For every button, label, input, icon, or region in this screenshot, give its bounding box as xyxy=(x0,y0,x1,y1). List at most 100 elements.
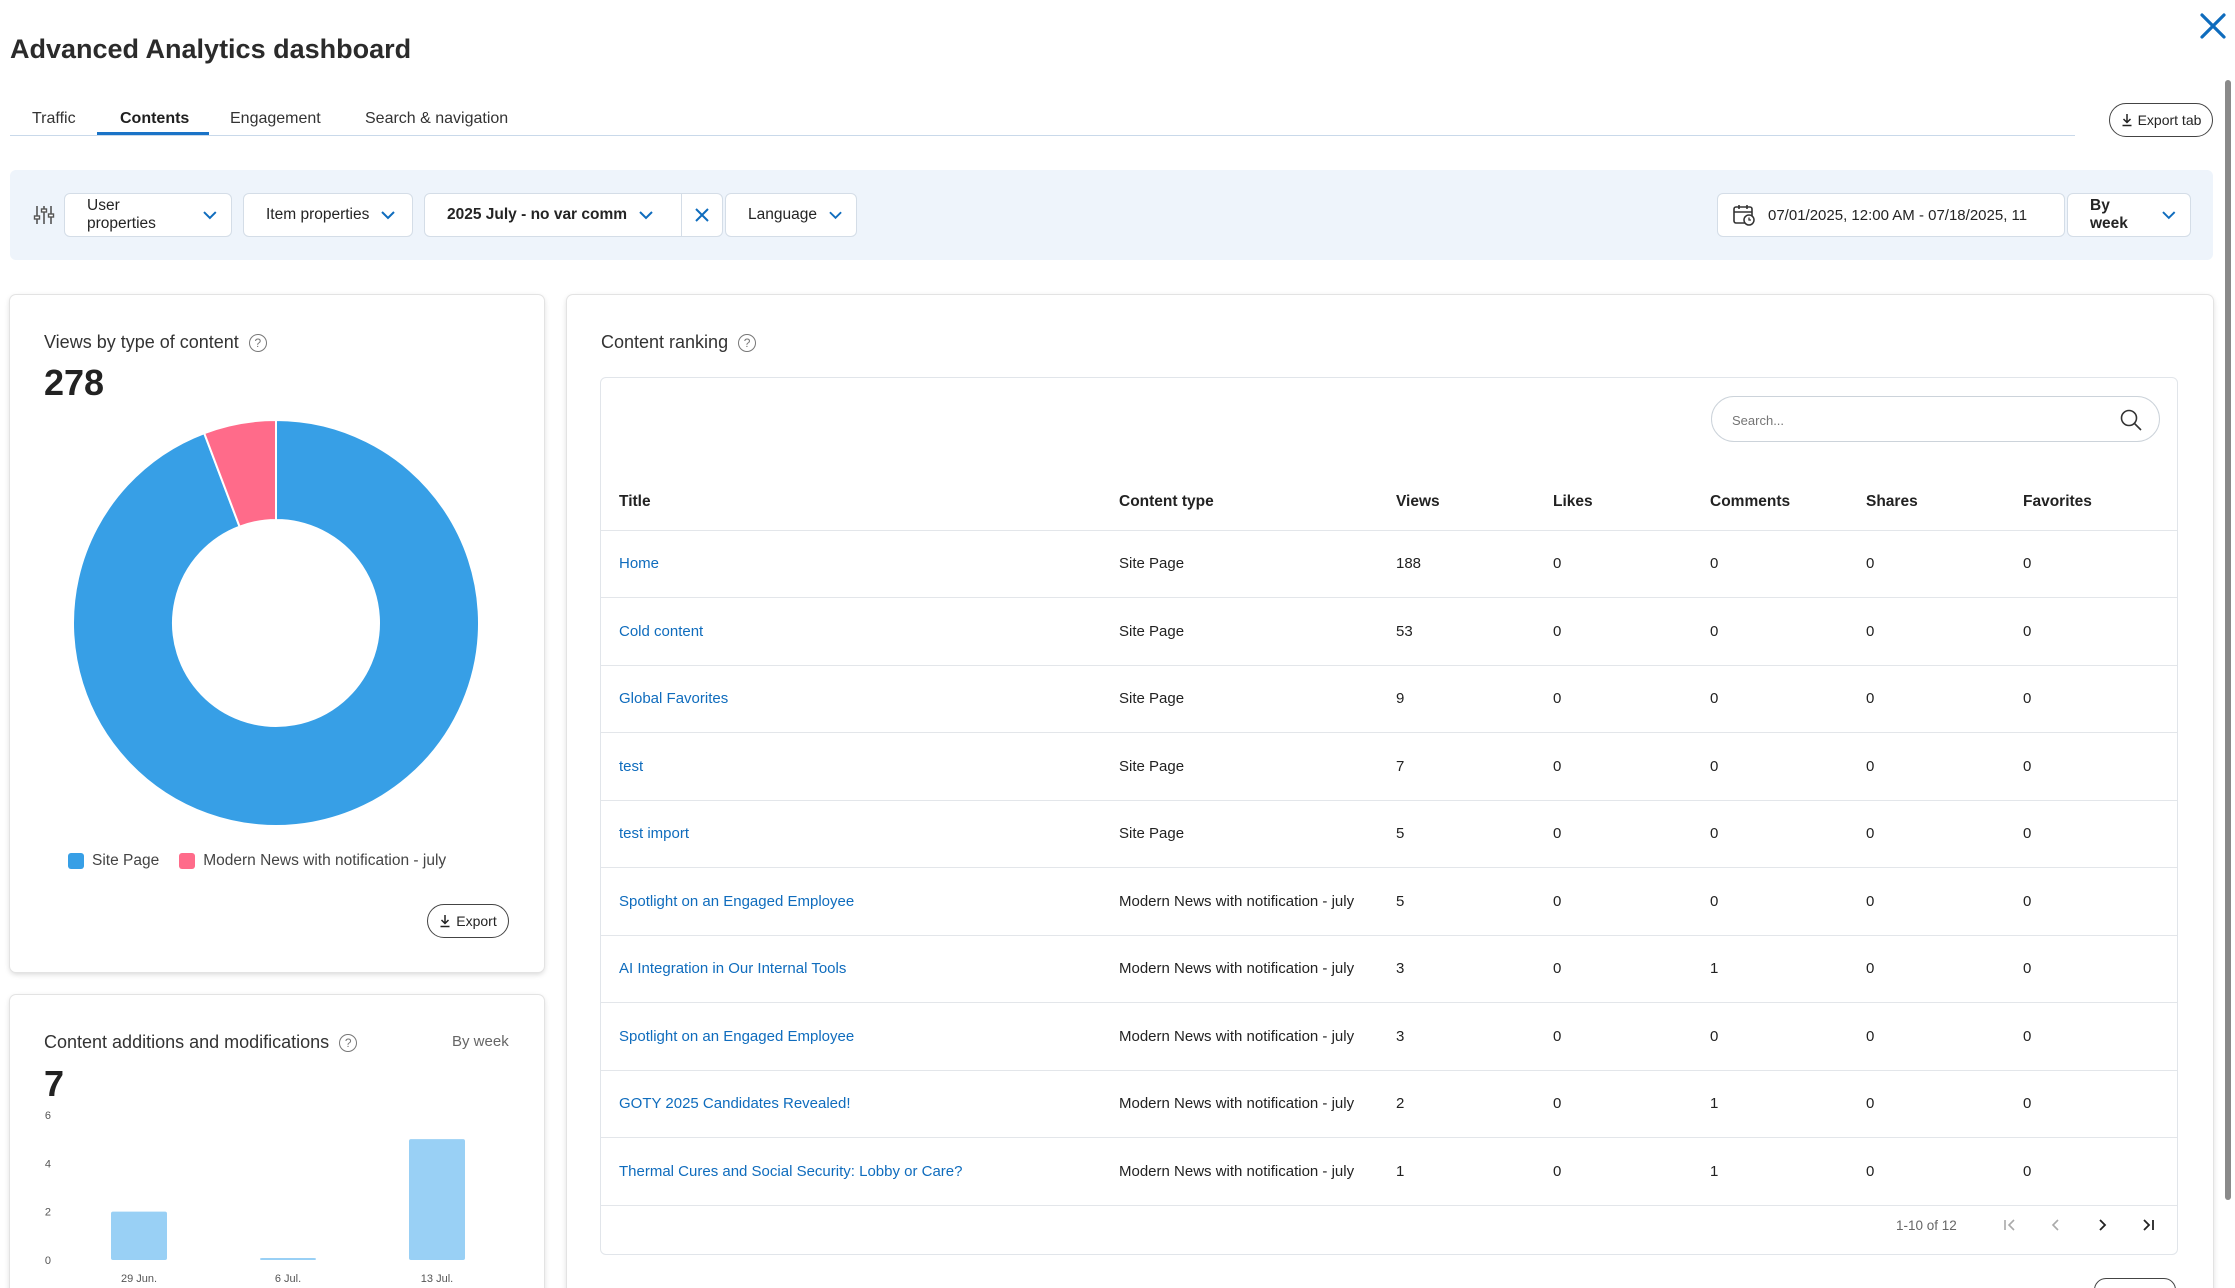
item-properties-dropdown[interactable]: Item properties xyxy=(243,193,413,237)
help-icon[interactable]: ? xyxy=(339,1033,358,1052)
chevron-down-icon xyxy=(2162,210,2176,219)
close-icon xyxy=(695,208,709,222)
cell-shares: 0 xyxy=(1866,1070,2023,1138)
cell-title[interactable]: Spotlight on an Engaged Employee xyxy=(601,1002,1119,1071)
cell-title[interactable]: test xyxy=(601,732,1119,801)
help-icon[interactable]: ? xyxy=(738,333,757,352)
cell-shares: 0 xyxy=(1866,597,2023,666)
selected-filter-dropdown[interactable]: 2025 July - no var comm xyxy=(424,193,682,237)
y-tick-label: 0 xyxy=(45,1255,51,1267)
cell-favorites: 0 xyxy=(2023,867,2177,936)
granularity-dropdown[interactable]: By week xyxy=(2067,193,2191,237)
language-dropdown[interactable]: Language xyxy=(725,193,857,237)
cell-shares: 0 xyxy=(1866,800,2023,868)
download-icon xyxy=(2122,114,2132,127)
cell-favorites: 0 xyxy=(2023,935,2177,1003)
y-tick-label: 4 xyxy=(45,1158,51,1170)
filter-settings-icon[interactable] xyxy=(32,203,56,227)
cell-views: 9 xyxy=(1396,665,1553,733)
bar[interactable] xyxy=(409,1139,465,1260)
cell-likes: 0 xyxy=(1553,597,1710,666)
cell-comments: 0 xyxy=(1710,1002,1866,1071)
cell-views: 3 xyxy=(1396,935,1553,1003)
user-properties-dropdown[interactable]: User properties xyxy=(64,193,232,237)
help-icon[interactable]: ? xyxy=(248,333,267,352)
next-page-button[interactable] xyxy=(2079,1211,2125,1239)
table-row[interactable]: Home Site Page 188 0 0 0 0 xyxy=(601,530,2177,598)
tab-contents[interactable]: Contents xyxy=(120,110,189,128)
additions-granularity: By week xyxy=(452,1033,509,1050)
cell-views: 1 xyxy=(1396,1137,1553,1206)
additions-bar-chart: 0 2 4 6 29 Jun. 6 Jul. 13 Jul. xyxy=(45,1110,465,1285)
column-header-content-type[interactable]: Content type xyxy=(1119,474,1396,531)
export-tab-button[interactable]: Export tab xyxy=(2109,103,2213,137)
column-header-likes[interactable]: Likes xyxy=(1553,474,1710,531)
cell-comments: 0 xyxy=(1710,597,1866,666)
export-label: Export xyxy=(456,913,497,929)
cell-content-type: Site Page xyxy=(1119,732,1396,801)
cell-likes: 0 xyxy=(1553,1002,1710,1071)
views-by-type-title: Views by type of content ? xyxy=(44,332,267,353)
legend-label: Site Page xyxy=(92,852,160,869)
cell-views: 3 xyxy=(1396,1002,1553,1071)
tab-traffic[interactable]: Traffic xyxy=(32,110,76,128)
cell-title[interactable]: Thermal Cures and Social Security: Lobby… xyxy=(601,1137,1119,1206)
cell-title[interactable]: Global Favorites xyxy=(601,665,1119,733)
granularity-label: By week xyxy=(2090,197,2128,232)
table-row[interactable]: test Site Page 7 0 0 0 0 xyxy=(601,732,2177,801)
clear-filter-button[interactable] xyxy=(681,193,723,237)
export-button[interactable]: Export xyxy=(427,904,509,938)
table-row[interactable]: test import Site Page 5 0 0 0 0 xyxy=(601,800,2177,868)
chevron-down-icon xyxy=(381,210,396,219)
cell-shares: 0 xyxy=(1866,732,2023,801)
table-row[interactable]: Global Favorites Site Page 9 0 0 0 0 xyxy=(601,665,2177,733)
cell-likes: 0 xyxy=(1553,1137,1710,1206)
legend-item-modern-news[interactable]: Modern News with notification - july xyxy=(179,852,446,870)
column-header-comments[interactable]: Comments xyxy=(1710,474,1866,531)
previous-page-button[interactable] xyxy=(2033,1211,2079,1239)
cell-shares: 0 xyxy=(1866,1002,2023,1071)
table-row[interactable]: Cold content Site Page 53 0 0 0 0 xyxy=(601,597,2177,666)
table-header-row: Title Content type Views Likes Comments … xyxy=(601,474,2177,531)
first-page-button[interactable] xyxy=(1987,1211,2033,1239)
x-tick-label: 13 Jul. xyxy=(421,1273,453,1285)
table-row[interactable]: GOTY 2025 Candidates Revealed! Modern New… xyxy=(601,1070,2177,1138)
cell-comments: 1 xyxy=(1710,1137,1866,1206)
tab-engagement[interactable]: Engagement xyxy=(230,110,321,128)
column-header-favorites[interactable]: Favorites xyxy=(2023,474,2177,531)
column-header-views[interactable]: Views xyxy=(1396,474,1553,531)
cell-title[interactable]: Cold content xyxy=(601,597,1119,666)
bar[interactable] xyxy=(111,1211,167,1260)
ranking-export-button[interactable] xyxy=(2094,1278,2176,1288)
cell-content-type: Site Page xyxy=(1119,530,1396,598)
pagination-summary: 1-10 of 12 xyxy=(1896,1217,1957,1233)
table-row[interactable]: AI Integration in Our Internal Tools Mode… xyxy=(601,935,2177,1003)
date-range-value: 07/01/2025, 12:00 AM - 07/18/2025, 11 xyxy=(1768,206,2028,224)
cell-title[interactable]: Home xyxy=(601,530,1119,598)
table-row[interactable]: Spotlight on an Engaged Employee Modern N… xyxy=(601,1002,2177,1071)
cell-comments: 0 xyxy=(1710,732,1866,801)
cell-title[interactable]: test import xyxy=(601,800,1119,868)
column-header-title[interactable]: Title xyxy=(601,474,1119,531)
cell-views: 53 xyxy=(1396,597,1553,666)
table-row[interactable]: Spotlight on an Engaged Employee Modern N… xyxy=(601,867,2177,936)
bar[interactable] xyxy=(260,1258,316,1260)
table-row[interactable]: Thermal Cures and Social Security: Lobby… xyxy=(601,1137,2177,1206)
search-input[interactable] xyxy=(1732,409,2092,431)
tab-search-navigation[interactable]: Search & navigation xyxy=(365,110,508,128)
tab-bar: Traffic Contents Engagement Search & nav… xyxy=(10,100,2075,136)
column-header-shares[interactable]: Shares xyxy=(1866,474,2023,531)
cell-title[interactable]: GOTY 2025 Candidates Revealed! xyxy=(601,1070,1119,1138)
cell-title[interactable]: Spotlight on an Engaged Employee xyxy=(601,867,1119,936)
x-tick-label: 29 Jun. xyxy=(121,1273,157,1285)
cell-shares: 0 xyxy=(1866,1137,2023,1206)
date-range-picker[interactable]: 07/01/2025, 12:00 AM - 07/18/2025, 11 xyxy=(1717,193,2065,237)
last-page-button[interactable] xyxy=(2125,1211,2171,1239)
search-field[interactable] xyxy=(1711,396,2160,442)
legend-item-site-page[interactable]: Site Page xyxy=(68,852,159,870)
close-icon[interactable] xyxy=(2197,10,2229,42)
search-icon[interactable] xyxy=(2119,408,2143,432)
cell-title[interactable]: AI Integration in Our Internal Tools xyxy=(601,935,1119,1003)
cell-comments: 0 xyxy=(1710,530,1866,598)
page-scrollbar[interactable] xyxy=(2225,80,2231,1200)
